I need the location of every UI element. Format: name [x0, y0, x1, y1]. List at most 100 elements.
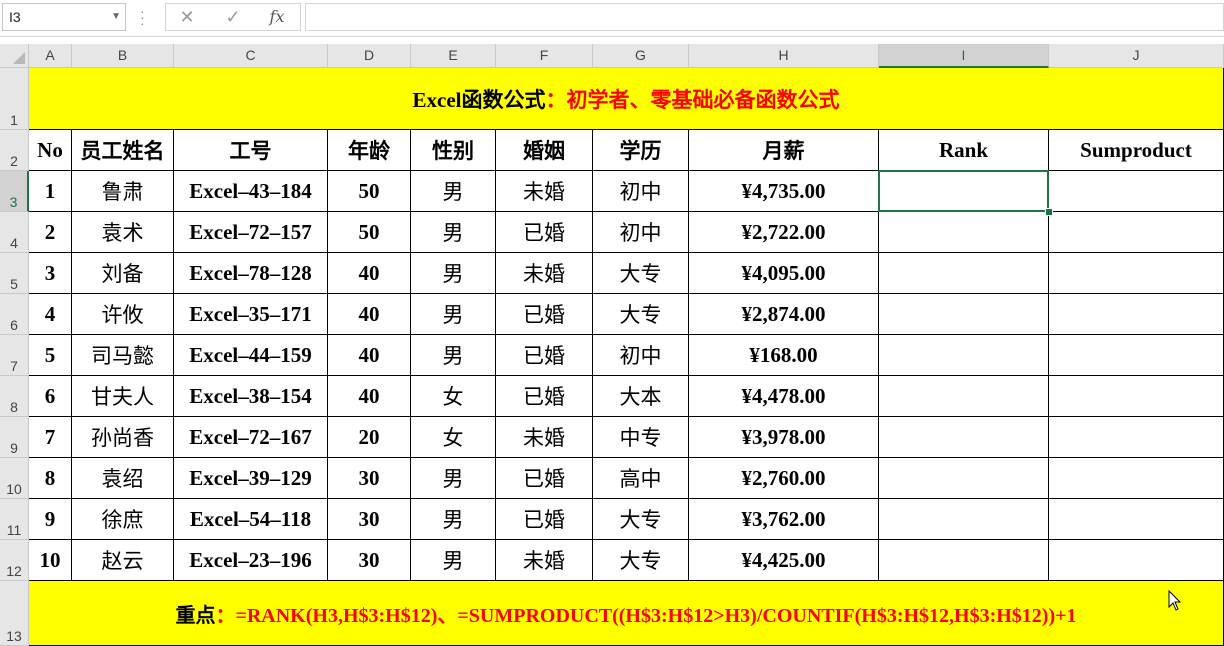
column-header-d[interactable]: D [328, 44, 411, 68]
row-header-12[interactable]: 12 [0, 540, 29, 581]
data-cell-f11[interactable]: 已婚 [496, 499, 593, 540]
data-cell-c8[interactable]: Excel–38–154 [174, 376, 328, 417]
data-cell-d5[interactable]: 40 [328, 253, 411, 294]
data-cell-c4[interactable]: Excel–72–157 [174, 212, 328, 253]
data-cell-e11[interactable]: 男 [411, 499, 496, 540]
header-cell-j[interactable]: Sumproduct [1049, 130, 1224, 171]
data-cell-b9[interactable]: 孙尚香 [72, 417, 174, 458]
data-cell-j5[interactable] [1049, 253, 1224, 294]
data-cell-f9[interactable]: 未婚 [496, 417, 593, 458]
data-cell-h11[interactable]: ¥3,762.00 [689, 499, 879, 540]
name-box[interactable]: I3 ▼ [2, 3, 126, 31]
data-cell-d8[interactable]: 40 [328, 376, 411, 417]
data-cell-e6[interactable]: 男 [411, 294, 496, 335]
title-banner[interactable]: Excel函数公式 ：初学者、零基础必备函数公式 [29, 68, 1224, 130]
data-cell-j4[interactable] [1049, 212, 1224, 253]
formula-input[interactable] [305, 3, 1224, 31]
column-header-c[interactable]: C [174, 44, 328, 68]
data-cell-a7[interactable]: 5 [29, 335, 72, 376]
data-cell-a4[interactable]: 2 [29, 212, 72, 253]
data-cell-a3[interactable]: 1 [29, 171, 72, 212]
data-cell-e8[interactable]: 女 [411, 376, 496, 417]
data-cell-h3[interactable]: ¥4,735.00 [689, 171, 879, 212]
data-cell-g9[interactable]: 中专 [593, 417, 689, 458]
data-cell-d3[interactable]: 50 [328, 171, 411, 212]
data-cell-e3[interactable]: 男 [411, 171, 496, 212]
data-cell-d7[interactable]: 40 [328, 335, 411, 376]
data-cell-j12[interactable] [1049, 540, 1224, 581]
insert-function-icon[interactable]: fx [262, 4, 292, 30]
data-cell-i8[interactable] [879, 376, 1049, 417]
data-cell-e10[interactable]: 男 [411, 458, 496, 499]
data-cell-f6[interactable]: 已婚 [496, 294, 593, 335]
header-cell-i[interactable]: Rank [879, 130, 1049, 171]
data-cell-c10[interactable]: Excel–39–129 [174, 458, 328, 499]
data-cell-i12[interactable] [879, 540, 1049, 581]
data-cell-f4[interactable]: 已婚 [496, 212, 593, 253]
data-cell-g12[interactable]: 大专 [593, 540, 689, 581]
cancel-icon[interactable]: ✕ [172, 4, 202, 30]
data-cell-g10[interactable]: 高中 [593, 458, 689, 499]
data-cell-d11[interactable]: 30 [328, 499, 411, 540]
select-all-button[interactable] [0, 44, 29, 68]
data-cell-c5[interactable]: Excel–78–128 [174, 253, 328, 294]
footer-banner[interactable]: 重点 ：=RANK(H3,H$3:H$12)、=SUMPRODUCT((H$3:H… [29, 581, 1224, 646]
data-cell-i6[interactable] [879, 294, 1049, 335]
chevron-down-icon[interactable]: ▼ [111, 4, 121, 30]
data-cell-b12[interactable]: 赵云 [72, 540, 174, 581]
data-cell-d6[interactable]: 40 [328, 294, 411, 335]
data-cell-g4[interactable]: 初中 [593, 212, 689, 253]
column-header-h[interactable]: H [689, 44, 879, 68]
data-cell-i4[interactable] [879, 212, 1049, 253]
data-cell-a12[interactable]: 10 [29, 540, 72, 581]
data-cell-j3[interactable] [1049, 171, 1224, 212]
data-cell-b4[interactable]: 袁术 [72, 212, 174, 253]
data-cell-j9[interactable] [1049, 417, 1224, 458]
row-header-13[interactable]: 13 [0, 581, 29, 646]
column-header-j[interactable]: J [1049, 44, 1224, 68]
fill-handle[interactable] [1045, 208, 1053, 216]
data-cell-e12[interactable]: 男 [411, 540, 496, 581]
data-cell-i3[interactable] [879, 171, 1049, 212]
column-header-e[interactable]: E [411, 44, 496, 68]
data-cell-c6[interactable]: Excel–35–171 [174, 294, 328, 335]
data-cell-g8[interactable]: 大本 [593, 376, 689, 417]
data-cell-g5[interactable]: 大专 [593, 253, 689, 294]
data-cell-h12[interactable]: ¥4,425.00 [689, 540, 879, 581]
row-header-5[interactable]: 5 [0, 253, 29, 294]
data-cell-h9[interactable]: ¥3,978.00 [689, 417, 879, 458]
header-cell-g[interactable]: 学历 [593, 130, 689, 171]
header-cell-c[interactable]: 工号 [174, 130, 328, 171]
data-cell-d4[interactable]: 50 [328, 212, 411, 253]
data-cell-c11[interactable]: Excel–54–118 [174, 499, 328, 540]
data-cell-g6[interactable]: 大专 [593, 294, 689, 335]
data-cell-b11[interactable]: 徐庶 [72, 499, 174, 540]
data-cell-f5[interactable]: 未婚 [496, 253, 593, 294]
row-header-11[interactable]: 11 [0, 499, 29, 540]
data-cell-h5[interactable]: ¥4,095.00 [689, 253, 879, 294]
header-cell-a[interactable]: No [29, 130, 72, 171]
data-cell-i11[interactable] [879, 499, 1049, 540]
data-cell-e7[interactable]: 男 [411, 335, 496, 376]
header-cell-h[interactable]: 月薪 [689, 130, 879, 171]
header-cell-d[interactable]: 年龄 [328, 130, 411, 171]
data-cell-g11[interactable]: 大专 [593, 499, 689, 540]
row-header-1[interactable]: 1 [0, 68, 29, 130]
data-cell-b10[interactable]: 袁绍 [72, 458, 174, 499]
data-cell-c9[interactable]: Excel–72–167 [174, 417, 328, 458]
data-cell-b7[interactable]: 司马懿 [72, 335, 174, 376]
header-cell-b[interactable]: 员工姓名 [72, 130, 174, 171]
data-cell-i9[interactable] [879, 417, 1049, 458]
data-cell-j7[interactable] [1049, 335, 1224, 376]
column-header-g[interactable]: G [593, 44, 689, 68]
data-cell-j10[interactable] [1049, 458, 1224, 499]
data-cell-e9[interactable]: 女 [411, 417, 496, 458]
data-cell-f7[interactable]: 已婚 [496, 335, 593, 376]
row-header-2[interactable]: 2 [0, 130, 29, 171]
column-header-a[interactable]: A [29, 44, 72, 68]
data-cell-a6[interactable]: 4 [29, 294, 72, 335]
data-cell-a11[interactable]: 9 [29, 499, 72, 540]
data-cell-a5[interactable]: 3 [29, 253, 72, 294]
row-header-7[interactable]: 7 [0, 335, 29, 376]
drag-handle-icon[interactable]: · · · [140, 4, 146, 30]
